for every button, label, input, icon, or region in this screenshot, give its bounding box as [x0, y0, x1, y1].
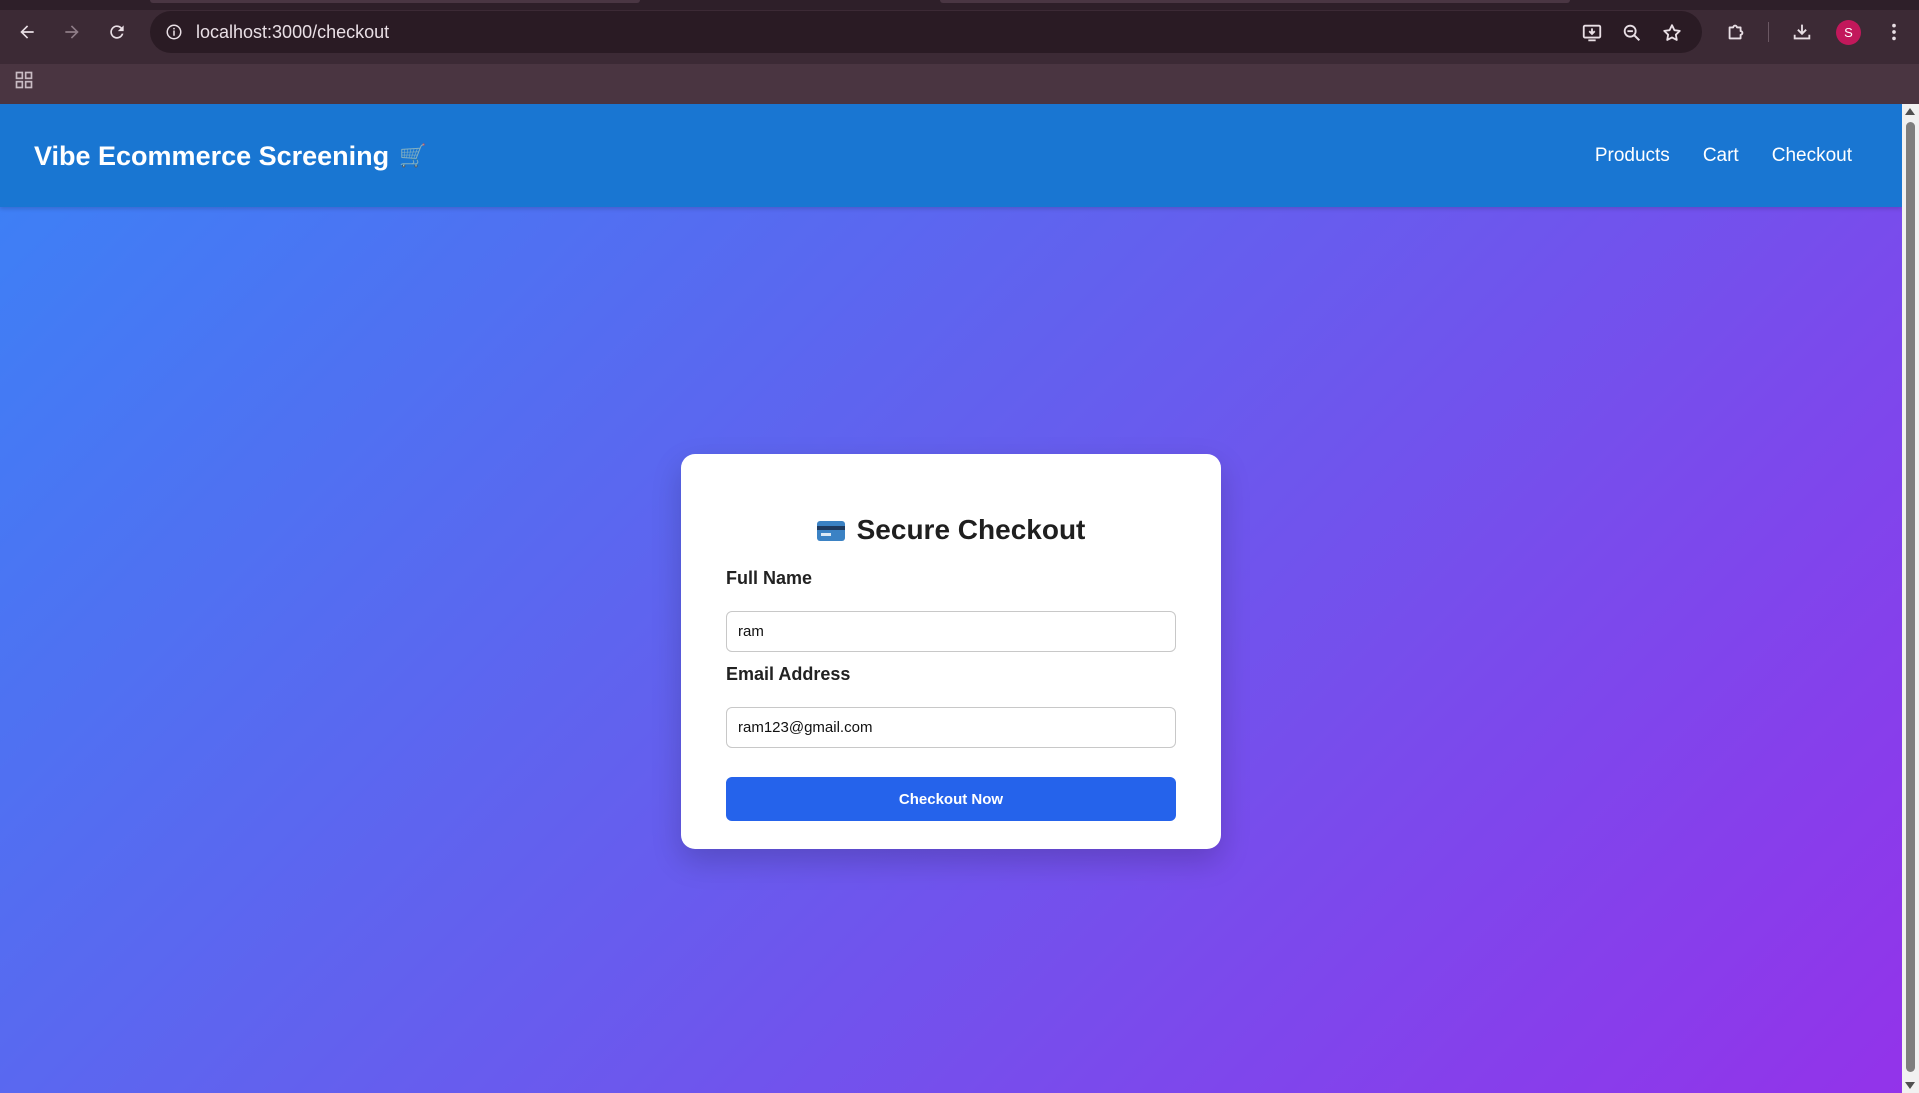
page-title-text: Secure Checkout: [856, 514, 1086, 545]
site-info-button[interactable]: [160, 18, 188, 46]
apps-button[interactable]: [12, 68, 36, 92]
scroll-down-arrow-icon[interactable]: [1905, 1082, 1915, 1089]
install-app-icon: [1582, 24, 1602, 42]
url-text[interactable]: localhost:3000/checkout: [196, 11, 389, 53]
full-name-field[interactable]: [726, 611, 1176, 652]
page-scrollbar[interactable]: [1902, 104, 1919, 1093]
info-icon: [166, 24, 182, 40]
email-field[interactable]: [726, 707, 1176, 748]
scrollbar-thumb[interactable]: [1906, 122, 1915, 1072]
site-header: Vibe Ecommerce Screening 🛒 Products Cart …: [0, 104, 1902, 207]
extensions-button[interactable]: [1718, 14, 1754, 50]
scroll-up-arrow-icon[interactable]: [1905, 108, 1915, 115]
install-app-button[interactable]: [1580, 21, 1604, 45]
kebab-menu-icon: [1892, 23, 1896, 41]
address-bar[interactable]: localhost:3000/checkout: [150, 11, 1702, 53]
nav-link-cart[interactable]: Cart: [1703, 145, 1739, 167]
main-nav: Products Cart Checkout: [1562, 104, 1852, 207]
nav-link-checkout[interactable]: Checkout: [1772, 145, 1852, 167]
brand[interactable]: Vibe Ecommerce Screening 🛒: [34, 104, 427, 208]
checkout-card: Secure Checkout Full Name Email Address …: [681, 454, 1221, 849]
reload-button[interactable]: [99, 14, 135, 50]
arrow-left-icon: [20, 25, 34, 39]
nav-link-products[interactable]: Products: [1595, 145, 1670, 167]
email-label: Email Address: [726, 664, 851, 684]
brand-title: Vibe Ecommerce Screening: [34, 141, 390, 171]
downloads-button[interactable]: [1784, 14, 1820, 50]
browser-menu-button[interactable]: [1876, 14, 1912, 50]
arrow-right-icon: [65, 25, 79, 39]
checkout-now-button[interactable]: Checkout Now: [726, 777, 1176, 821]
checkout-page: Vibe Ecommerce Screening 🛒 Products Cart …: [0, 104, 1902, 1093]
credit-card-icon: [816, 521, 845, 541]
star-icon: [1663, 24, 1681, 41]
zoom-button[interactable]: [1620, 21, 1644, 45]
zoom-out-icon: [1623, 24, 1641, 42]
shopping-cart-icon: 🛒: [399, 143, 427, 168]
back-button[interactable]: [9, 14, 45, 50]
bookmarks-bar: [0, 64, 1919, 104]
puzzle-icon: [1728, 24, 1744, 40]
browser-chrome: localhost:3000/checkout S: [0, 0, 1919, 104]
full-name-label: Full Name: [726, 568, 813, 588]
forward-button[interactable]: [54, 14, 90, 50]
apps-grid-icon: [15, 71, 33, 89]
toolbar-divider: [1768, 22, 1769, 42]
bookmark-button[interactable]: [1660, 21, 1684, 45]
page-title: Secure Checkout: [681, 514, 1221, 546]
profile-avatar[interactable]: S: [1836, 20, 1861, 45]
reload-icon: [110, 25, 124, 39]
download-icon: [1793, 24, 1811, 40]
tab-strip: [0, 0, 1919, 10]
